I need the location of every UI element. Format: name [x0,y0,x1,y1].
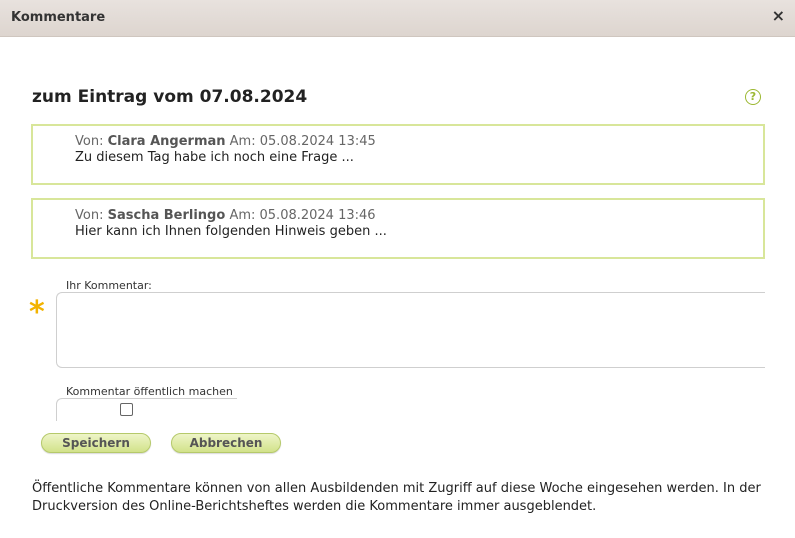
public-option-frame [56,398,237,421]
comment-author: Sascha Berlingo [107,208,226,223]
required-asterisk-icon: * [29,295,45,330]
comment-meta: Von: Sascha Berlingo Am: 05.08.2024 13:4… [75,208,376,223]
public-checkbox-label: Kommentar öffentlich machen [64,385,235,398]
comment-date-label: Am: [229,208,256,223]
comment-input[interactable] [56,292,765,368]
comment-field-label: Ihr Kommentar: [64,279,154,292]
comment-from-label: Von: [75,208,104,223]
footer-note: Öffentliche Kommentare können von allen … [32,481,761,514]
comment-datetime: 05.08.2024 13:45 [259,134,376,149]
comment-text: Zu diesem Tag habe ich noch eine Frage .… [75,150,354,165]
dialog-titlebar: Kommentare × [0,0,795,37]
cancel-button[interactable]: Abbrechen [171,433,281,453]
comment-from-label: Von: [75,134,104,149]
public-checkbox[interactable] [120,403,133,416]
comment-meta: Von: Clara Angerman Am: 05.08.2024 13:45 [75,134,376,149]
comment-card: Von: Clara Angerman Am: 05.08.2024 13:45… [31,124,765,185]
close-icon[interactable]: × [772,7,785,25]
comment-card: Von: Sascha Berlingo Am: 05.08.2024 13:4… [31,198,765,259]
dialog-title: Kommentare [11,10,106,25]
comment-datetime: 05.08.2024 13:46 [259,208,376,223]
page-title: zum Eintrag vom 07.08.2024 [32,87,308,107]
comment-author: Clara Angerman [107,134,226,149]
help-icon[interactable]: ? [745,89,761,105]
comment-date-label: Am: [229,134,256,149]
save-button[interactable]: Speichern [41,433,151,453]
comment-text: Hier kann ich Ihnen folgenden Hinweis ge… [75,224,387,239]
